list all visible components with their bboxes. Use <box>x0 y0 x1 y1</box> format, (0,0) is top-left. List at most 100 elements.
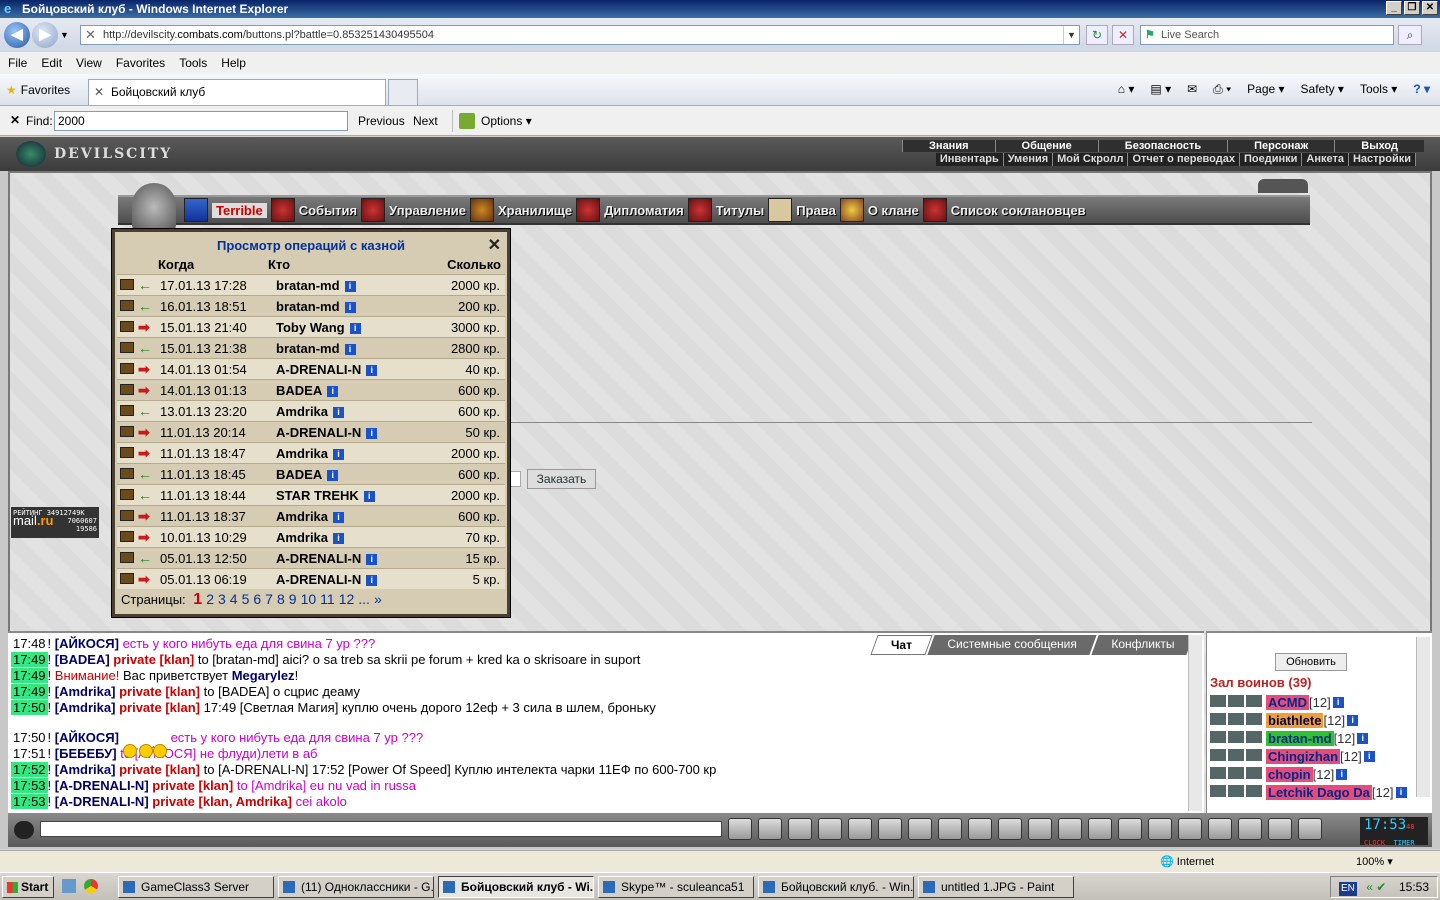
private-tag[interactable]: private [klan] <box>119 762 200 777</box>
info-icon[interactable]: i <box>366 575 378 586</box>
speed-icon[interactable] <box>908 818 932 840</box>
info-icon[interactable]: i <box>344 302 356 313</box>
private-tag[interactable]: private [klan, Amdrika] <box>152 794 292 809</box>
url-field[interactable]: ✕ http://devilscity.combats.com/buttons.… <box>80 25 1080 45</box>
page-link[interactable]: 6 <box>253 591 261 607</box>
mail-icon[interactable]: ✉ <box>1187 82 1197 97</box>
mailru-rating-counter[interactable]: РЕЙТИНГ 34912749К mail.ru 7060607 19586 <box>11 507 99 538</box>
print-icon[interactable]: ⎙ ▾ <box>1213 82 1231 97</box>
chat-nick[interactable]: [Amdrika] <box>55 684 116 699</box>
info-icon[interactable]: i <box>327 386 339 397</box>
chat-time[interactable]: 17:51 <box>11 746 48 761</box>
menu-favorites[interactable]: Favorites <box>116 56 165 70</box>
zoom-control[interactable]: 100% ▾ <box>1356 855 1393 868</box>
operation-user[interactable]: bratan-md i <box>276 299 356 314</box>
refresh-button[interactable]: Обновить <box>1275 653 1347 671</box>
operation-user[interactable]: bratan-md i <box>276 278 356 293</box>
site-logo[interactable]: DEVILSCITY <box>16 141 172 167</box>
info-icon[interactable]: i <box>1363 750 1375 762</box>
user-name[interactable]: A-DRENALI-N <box>276 362 361 377</box>
sub-menu-skills[interactable]: Умения <box>1004 153 1054 166</box>
info-icon[interactable]: i <box>344 281 356 292</box>
operation-user[interactable]: Amdrika i <box>276 509 345 524</box>
user-name[interactable]: biathlete <box>1266 712 1324 728</box>
chat-input[interactable] <box>40 821 722 837</box>
user-name[interactable]: bratan-md <box>1266 730 1334 746</box>
order-input[interactable] <box>510 471 521 487</box>
chat-time[interactable]: 17:49 <box>11 684 48 699</box>
exit-icon[interactable] <box>1298 818 1322 840</box>
private-tag[interactable]: private [klan] <box>119 684 200 699</box>
fighters-icon[interactable] <box>848 818 872 840</box>
chat-time[interactable]: 17:50 <box>11 730 48 745</box>
info-icon[interactable]: i <box>1336 768 1348 780</box>
smiley-icon[interactable] <box>938 818 962 840</box>
page-link[interactable]: 3 <box>218 591 226 607</box>
menu-edit[interactable]: Edit <box>41 56 62 70</box>
find-options-button[interactable]: Options ▾ <box>452 110 532 132</box>
favorites-button[interactable]: ★ Favorites <box>6 83 70 97</box>
quicklaunch-chrome-icon[interactable] <box>84 879 98 893</box>
taskbar-button[interactable]: Бойцовский клуб - Wi... <box>438 876 594 898</box>
user-name[interactable]: A-DRENALI-N <box>276 551 361 566</box>
back-button[interactable]: ◀ <box>4 22 30 48</box>
order-button[interactable]: Заказать <box>527 469 596 489</box>
page-menu[interactable]: Page ▾ <box>1247 82 1284 97</box>
info-icon[interactable]: i <box>366 554 378 565</box>
translit-icon[interactable] <box>878 818 902 840</box>
user-name[interactable]: Amdrika <box>276 509 328 524</box>
page-link[interactable]: 4 <box>230 591 238 607</box>
clan-tab-rights[interactable]: Права <box>768 196 836 224</box>
operation-user[interactable]: A-DRENALI-N i <box>276 362 378 377</box>
quicklaunch-ie-icon[interactable] <box>62 879 76 893</box>
user-name[interactable]: BADEA <box>276 467 322 482</box>
maximize-button[interactable]: ❐ <box>1404 1 1420 15</box>
filter-icon[interactable] <box>788 818 812 840</box>
coins-icon[interactable] <box>1088 818 1112 840</box>
chat-time[interactable]: 17:49 <box>11 652 48 667</box>
taskbar-button[interactable]: Skype™ - sculeanca51 <box>598 876 754 898</box>
help-menu[interactable]: ? ▾ <box>1413 82 1430 97</box>
page-link[interactable]: 9 <box>289 591 297 607</box>
page-link[interactable]: » <box>374 591 382 607</box>
find-input[interactable]: 2000 <box>54 111 348 131</box>
group-icon[interactable] <box>1208 818 1232 840</box>
top-menu-character[interactable]: Персонаж <box>1227 140 1335 152</box>
flag-icon[interactable] <box>1268 818 1292 840</box>
save-icon[interactable] <box>818 818 842 840</box>
clan-tab-storage[interactable]: Хранилище <box>469 196 572 224</box>
find-previous-button[interactable]: Previous <box>358 114 405 128</box>
user-name[interactable]: bratan-md <box>276 341 340 356</box>
top-menu-communication[interactable]: Общение <box>994 140 1098 152</box>
sub-menu-settings[interactable]: Настройки <box>1349 153 1416 166</box>
user-name[interactable]: Amdrika <box>276 446 328 461</box>
send-icon[interactable] <box>728 818 752 840</box>
chat-time[interactable]: 17:48 <box>11 636 48 651</box>
history-dropdown-icon[interactable]: ▼ <box>60 30 69 40</box>
chat-nick[interactable]: [АЙКОСЯ] <box>55 636 119 651</box>
page-link[interactable]: 8 <box>277 591 285 607</box>
user-list-scrollbar[interactable] <box>1416 637 1430 797</box>
taskbar-button[interactable]: GameClass3 Server <box>118 876 274 898</box>
operation-user[interactable]: A-DRENALI-N i <box>276 551 378 566</box>
info-icon[interactable]: i <box>1357 732 1369 744</box>
sub-menu-profile[interactable]: Анкета <box>1302 153 1349 166</box>
find-next-button[interactable]: Next <box>413 114 438 128</box>
page-link[interactable]: 5 <box>242 591 250 607</box>
private-tag[interactable]: private [klan] <box>152 778 233 793</box>
clan-tab-management[interactable]: Управление <box>361 196 466 224</box>
chat-nick[interactable]: [A-DRENALI-N] <box>55 794 149 809</box>
private-tag[interactable]: private [klan] <box>119 700 200 715</box>
bottle-icon[interactable] <box>1058 818 1082 840</box>
user-name[interactable]: A-DRENALI-N <box>276 572 361 587</box>
potion-icon[interactable] <box>998 818 1022 840</box>
page-link[interactable]: 2 <box>206 591 214 607</box>
start-button[interactable]: Start <box>2 876 54 898</box>
chat-time[interactable]: 17:52 <box>11 762 48 777</box>
private-tag[interactable]: private [klan] <box>113 652 194 667</box>
info-icon[interactable]: i <box>1347 714 1359 726</box>
clan-tab-diplomacy[interactable]: Дипломатия <box>576 196 684 224</box>
info-icon[interactable]: i <box>333 533 345 544</box>
user-name[interactable]: bratan-md <box>276 299 340 314</box>
operation-user[interactable]: A-DRENALI-N i <box>276 572 378 587</box>
